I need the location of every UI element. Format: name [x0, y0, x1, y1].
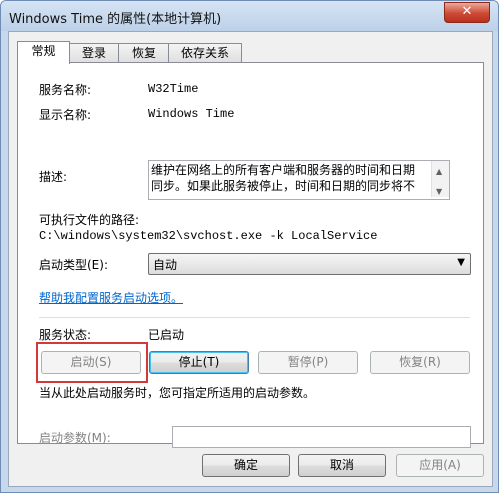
status-value: 已启动: [148, 328, 185, 342]
properties-window: Windows Time 的属性(本地计算机) ✕ 常规 登录 恢复 依存关系 …: [0, 0, 499, 493]
close-icon: ✕: [461, 4, 473, 19]
exe-path-value: C:\windows\system32\svchost.exe -k Local…: [39, 229, 378, 243]
title-bar[interactable]: Windows Time 的属性(本地计算机) ✕: [1, 1, 498, 31]
scroll-down-icon[interactable]: ▼: [436, 184, 442, 199]
startup-type-select[interactable]: 自动 ▼: [148, 253, 471, 275]
service-name-label: 服务名称:: [39, 83, 92, 97]
chevron-down-icon: ▼: [457, 257, 465, 268]
display-name-label: 显示名称:: [39, 108, 92, 122]
tab-logon-label: 登录: [81, 46, 106, 60]
close-button[interactable]: ✕: [444, 2, 490, 23]
window-title: Windows Time 的属性(本地计算机): [9, 12, 222, 27]
tab-logon[interactable]: 登录: [68, 43, 120, 63]
display-name-value: Windows Time: [148, 107, 235, 121]
startup-type-label: 启动类型(E):: [39, 258, 108, 272]
start-button[interactable]: 启动(S): [41, 351, 141, 374]
service-name-value: W32Time: [148, 82, 199, 96]
tab-dependencies[interactable]: 依存关系: [168, 43, 242, 63]
description-line-1: 维护在网络上的所有客户端和服务器的时间和日期: [151, 163, 416, 177]
tab-recovery-label: 恢复: [131, 46, 156, 60]
ok-button[interactable]: 确定: [202, 454, 290, 477]
description-scrollbar[interactable]: ▲ ▼: [431, 161, 449, 197]
exe-path-label: 可执行文件的路径:: [39, 213, 140, 227]
start-params-input[interactable]: [172, 426, 471, 448]
scroll-up-icon[interactable]: ▲: [436, 164, 442, 180]
start-hint-text: 当从此处启动服务时，您可指定所适用的启动参数。: [39, 386, 316, 400]
dialog-client: 常规 登录 恢复 依存关系 服务名称: W32Time 显示名称: Window…: [8, 31, 493, 487]
tab-dependencies-label: 依存关系: [180, 46, 229, 60]
description-line-2: 同步。如果此服务被停止，时间和日期的同步将不: [151, 179, 416, 193]
tab-general[interactable]: 常规: [17, 41, 70, 64]
help-config-link[interactable]: 帮助我配置服务启动选项。: [39, 289, 183, 306]
apply-button[interactable]: 应用(A): [396, 454, 484, 477]
tab-recovery[interactable]: 恢复: [118, 43, 170, 63]
stop-button[interactable]: 停止(T): [149, 351, 249, 374]
description-label: 描述:: [39, 170, 68, 184]
start-params-label: 启动参数(M):: [39, 431, 111, 445]
description-box[interactable]: 维护在网络上的所有客户端和服务器的时间和日期 同步。如果此服务被停止，时间和日期…: [148, 160, 450, 200]
general-panel: 服务名称: W32Time 显示名称: Windows Time 描述: 维护在…: [17, 62, 484, 448]
startup-type-value: 自动: [153, 258, 178, 272]
resume-button[interactable]: 恢复(R): [370, 351, 470, 374]
cancel-button[interactable]: 取消: [298, 454, 386, 477]
tab-general-label: 常规: [31, 44, 56, 58]
pause-button[interactable]: 暂停(P): [258, 351, 358, 374]
separator: [39, 317, 470, 318]
status-label: 服务状态:: [39, 328, 92, 342]
